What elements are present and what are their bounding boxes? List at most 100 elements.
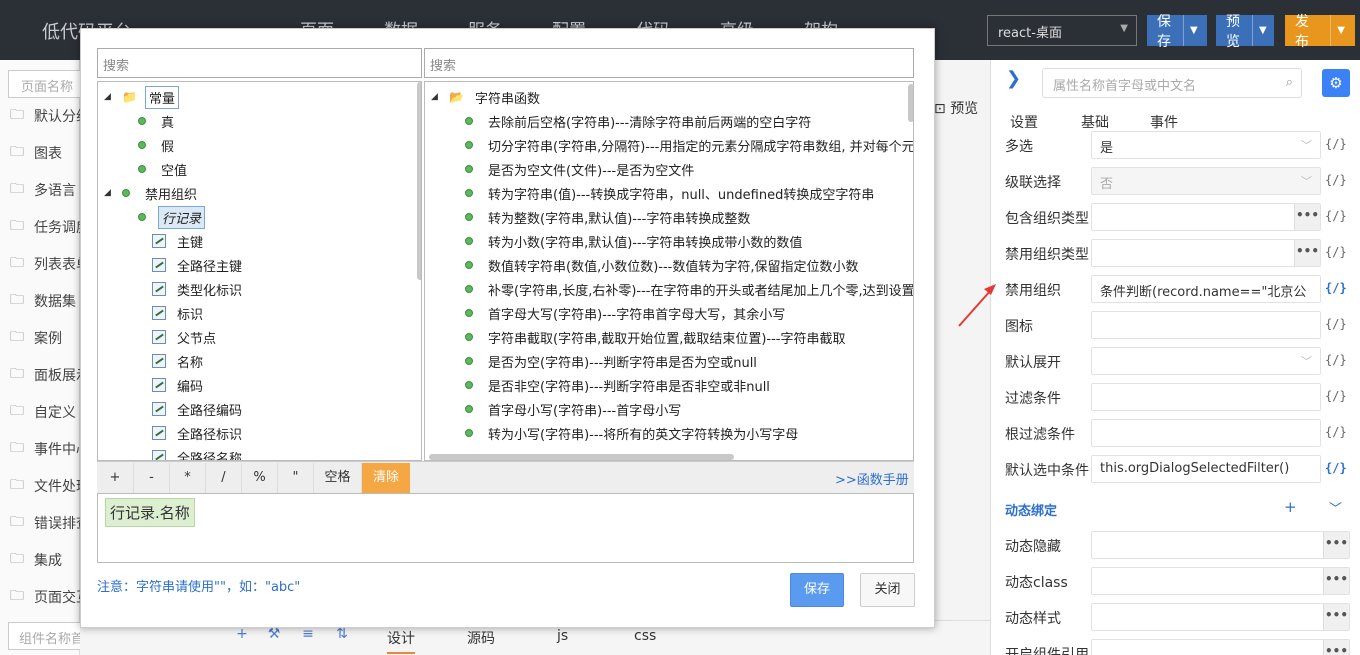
sidebar-item[interactable]: 🗀 集成	[0, 542, 80, 578]
tree-node[interactable]: 全路径编码	[152, 398, 245, 420]
operator-button[interactable]: *	[170, 463, 206, 493]
operator-button[interactable]: /	[206, 463, 242, 493]
sidebar-item[interactable]: 🗀 数据集	[0, 283, 80, 319]
function-item[interactable]: 首字母大写(字符串)---字符串首字母大写，其余小写	[465, 302, 788, 324]
tree-node[interactable]: 标识	[152, 302, 206, 324]
expression-toggle-icon[interactable]: {/}	[1325, 425, 1347, 439]
function-item[interactable]: 去除前后空格(字符串)---清除字符串前后两端的空白字符	[465, 110, 814, 132]
clear-button[interactable]: 清除	[362, 463, 410, 493]
tree-node[interactable]: 全路径主键	[152, 254, 245, 276]
expression-toggle-icon[interactable]: {/}	[1325, 317, 1347, 331]
property-field[interactable]: •••	[1091, 239, 1321, 267]
sidebar-item[interactable]: 🗀 文件处理	[0, 468, 80, 504]
expression-token[interactable]: 行记录.名称	[105, 498, 195, 527]
sidebar-item[interactable]: 🗀 事件中心	[0, 431, 80, 467]
function-item[interactable]: 转为字符串(值)---转换成字符串，null、undefined转换成空字符串	[465, 182, 877, 204]
function-item[interactable]: 字符串截取(字符串,截取开始位置,截取结束位置)---字符串截取	[465, 326, 848, 348]
tree-node[interactable]: 编码	[152, 374, 206, 396]
function-item[interactable]: 数值转字符串(数值,小数位数)---数值转为字符,保留指定位数小数	[465, 254, 861, 276]
wrench-icon[interactable]: ⚒	[262, 626, 286, 650]
more-icon[interactable]: •••	[1323, 640, 1349, 655]
tree-node[interactable]: 名称	[152, 350, 206, 372]
sidebar-item[interactable]: 🗀 面板展示	[0, 357, 80, 393]
expression-toggle-icon[interactable]: {/}	[1325, 461, 1347, 475]
list-icon[interactable]: ≡	[296, 626, 320, 650]
tree-node[interactable]: 假	[138, 134, 177, 156]
sidebar-item[interactable]: 🗀 默认分组	[0, 98, 80, 134]
chevron-right-icon[interactable]: ❯	[1006, 68, 1021, 89]
function-manual-link[interactable]: >>函数手册	[835, 469, 909, 488]
property-field[interactable]	[1091, 311, 1321, 339]
operator-button[interactable]: 空格	[314, 463, 362, 493]
more-icon[interactable]: •••	[1323, 568, 1349, 594]
gear-icon[interactable]: ⚙	[1322, 69, 1350, 97]
tab-css[interactable]: css	[634, 628, 656, 644]
property-field[interactable]: •••	[1091, 203, 1321, 231]
property-search-input[interactable]: 属性名称首字母或中文名 ⌕	[1042, 68, 1302, 98]
property-field[interactable]	[1091, 419, 1321, 447]
more-icon[interactable]: •••	[1294, 204, 1320, 230]
tree-node[interactable]: 全路径名称	[152, 446, 245, 460]
caret-down-icon[interactable]: ▼	[1183, 15, 1198, 46]
tree-node[interactable]: 主键	[152, 230, 206, 252]
tree-node[interactable]: 父节点	[152, 326, 219, 348]
tree-node[interactable]: ◢ 📁 常量	[104, 85, 179, 109]
caret-down-icon[interactable]: ▼	[1252, 15, 1267, 46]
scrollbar[interactable]	[417, 82, 421, 280]
tree-node[interactable]: 空值	[138, 158, 190, 180]
sidebar-item[interactable]: 🗀 任务调度	[0, 209, 80, 245]
function-item[interactable]: 转为整数(字符串,默认值)---字符串转换成整数	[465, 206, 753, 228]
expression-toggle-icon[interactable]: {/}	[1325, 173, 1347, 187]
expand-toggle-icon[interactable]: ◢	[104, 92, 114, 102]
scrollbar[interactable]	[429, 454, 734, 460]
operator-button[interactable]: %	[242, 463, 278, 493]
property-field[interactable]: this.orgDialogSelectedFilter()	[1091, 455, 1321, 483]
add-binding-icon[interactable]: +	[1284, 498, 1297, 516]
binding-field[interactable]: •••	[1091, 531, 1350, 559]
tree-node[interactable]: 类型化标识	[152, 278, 245, 300]
expression-toggle-icon[interactable]: {/}	[1325, 281, 1347, 295]
dialog-save-button[interactable]: 保存	[790, 573, 844, 607]
tab-design[interactable]: 设计	[387, 628, 415, 654]
tab-settings[interactable]: 设置	[1010, 112, 1038, 132]
property-field[interactable]: ﹀	[1091, 347, 1321, 375]
function-item[interactable]: 是否为空(字符串)---判断字符串是否为空或null	[465, 350, 760, 372]
property-field[interactable]: 是 ﹀	[1091, 131, 1321, 159]
sidebar-item[interactable]: 🗀 自定义	[0, 394, 80, 430]
tree-node[interactable]: 全路径标识	[152, 422, 245, 444]
preview-label[interactable]: ⊡ 预览	[934, 98, 978, 118]
tree-node-string-functions[interactable]: ◢ 📂 字符串函数	[431, 86, 543, 108]
platform-select[interactable]: react-桌面 ▼	[987, 15, 1137, 46]
tab-source[interactable]: 源码	[467, 628, 495, 648]
dialog-close-button[interactable]: 关闭	[860, 573, 915, 607]
expression-toggle-icon[interactable]: {/}	[1325, 209, 1347, 223]
function-item[interactable]: 转为小写(字符串)---将所有的英文字符转换为小写字母	[465, 422, 801, 444]
expression-toggle-icon[interactable]: {/}	[1325, 245, 1347, 259]
expand-toggle-icon[interactable]: ◢	[431, 92, 441, 102]
more-icon[interactable]: •••	[1294, 240, 1320, 266]
tree-node[interactable]: 真	[138, 110, 177, 132]
caret-down-icon[interactable]: ▼	[1330, 15, 1345, 46]
add-icon[interactable]: +	[230, 626, 254, 650]
function-item[interactable]: 转为小数(字符串,默认值)---字符串转换成带小数的数值	[465, 230, 805, 252]
sidebar-item[interactable]: 🗀 错误排查	[0, 505, 80, 541]
page-search-input[interactable]: 页面名称	[8, 70, 80, 98]
tab-js[interactable]: js	[557, 628, 568, 644]
chevron-down-icon[interactable]: ﹀	[1329, 498, 1342, 517]
expression-toggle-icon[interactable]: {/}	[1325, 389, 1347, 403]
function-item[interactable]: 是否非空(字符串)---判断字符串是否非空或非null	[465, 374, 773, 396]
sidebar-item[interactable]: 🗀 多语言	[0, 172, 80, 208]
expression-editor[interactable]	[97, 493, 914, 563]
sort-icon[interactable]: ⇅	[330, 626, 354, 650]
publish-button[interactable]: 发布 ▼	[1285, 14, 1355, 50]
property-field[interactable]: 条件判断(record.name=="北京公	[1091, 275, 1321, 303]
function-item[interactable]: 补零(字符串,长度,右补零)---在字符串的开头或者结尾加上几个零,达到设置	[465, 278, 913, 300]
operator-button[interactable]: +	[97, 463, 134, 493]
binding-field[interactable]: •••	[1091, 639, 1350, 655]
preview-button[interactable]: 预览 ▼	[1216, 14, 1274, 50]
tree-node[interactable]: 行记录	[138, 205, 206, 229]
expression-toggle-icon[interactable]: {/}	[1325, 137, 1347, 151]
sidebar-item[interactable]: 🗀 图表	[0, 135, 80, 171]
property-field[interactable]	[1091, 383, 1321, 411]
sidebar-item[interactable]: 🗀 列表表单	[0, 246, 80, 282]
